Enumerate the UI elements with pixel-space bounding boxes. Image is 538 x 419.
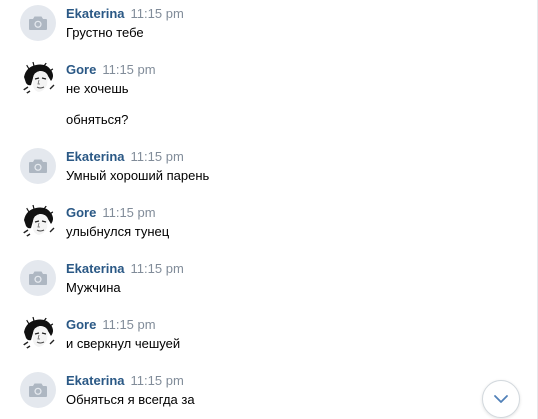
message-text: не хочешь — [66, 81, 129, 96]
camera-icon — [29, 271, 47, 285]
author-name[interactable]: Gore — [66, 62, 96, 77]
message-time[interactable]: 11:15 pm — [131, 261, 184, 276]
avatar[interactable] — [20, 204, 56, 240]
message-time[interactable]: 11:15 pm — [102, 205, 155, 220]
message-header: Gore 11:15 pm — [66, 204, 156, 222]
author-name[interactable]: Gore — [66, 317, 96, 332]
message-time[interactable]: 11:15 pm — [131, 373, 184, 388]
author-name[interactable]: Gore — [66, 205, 96, 220]
avatar[interactable] — [20, 148, 56, 184]
message-header: Ekaterina 11:15 pm — [66, 260, 184, 278]
avatar[interactable] — [20, 61, 56, 97]
message-text: и сверкнул чешуей — [66, 336, 181, 351]
author-name[interactable]: Ekaterina — [66, 261, 125, 276]
message-text: Умный хороший парень — [66, 168, 210, 183]
message-time[interactable]: 11:15 pm — [102, 317, 155, 332]
message-header: Ekaterina 11:15 pm — [66, 5, 184, 23]
avatar[interactable] — [20, 260, 56, 296]
avatar[interactable] — [20, 316, 56, 352]
message-text: улыбнулся тунец — [66, 224, 170, 239]
message-time[interactable]: 11:15 pm — [102, 62, 155, 77]
avatar[interactable] — [20, 5, 56, 41]
camera-icon — [29, 16, 47, 30]
author-name[interactable]: Ekaterina — [66, 149, 125, 164]
message-header: Ekaterina 11:15 pm — [66, 372, 184, 390]
message-text: Мужчина — [66, 280, 121, 295]
message-header: Gore 11:15 pm — [66, 61, 156, 79]
camera-icon — [29, 383, 47, 397]
message-history: Ekaterina 11:15 pm Грустно тебе Gore 11:15… — [0, 0, 538, 419]
user-photo — [20, 316, 56, 352]
chevron-down-icon — [494, 395, 508, 403]
author-name[interactable]: Ekaterina — [66, 6, 125, 21]
message-text: Грустно тебе — [66, 25, 144, 40]
author-name[interactable]: Ekaterina — [66, 373, 125, 388]
camera-icon — [29, 159, 47, 173]
message-header: Ekaterina 11:15 pm — [66, 148, 184, 166]
message-time[interactable]: 11:15 pm — [131, 149, 184, 164]
message-text: обняться? — [66, 112, 129, 127]
message-time[interactable]: 11:15 pm — [131, 6, 184, 21]
avatar[interactable] — [20, 372, 56, 408]
scroll-to-bottom-button[interactable] — [482, 380, 520, 418]
user-photo — [20, 204, 56, 240]
message-text: Обняться я всегда за — [66, 392, 195, 407]
user-photo — [20, 61, 56, 97]
message-header: Gore 11:15 pm — [66, 316, 156, 334]
